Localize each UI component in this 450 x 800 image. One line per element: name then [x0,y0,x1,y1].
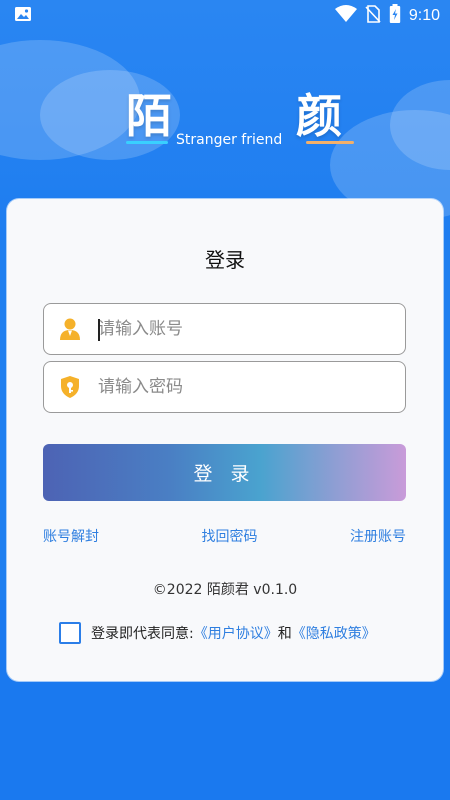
logo-line-left [126,141,168,144]
agreement-row: 登录即代表同意: 《用户协议》 和 《隐私政策》 [59,621,376,645]
account-field[interactable] [43,303,406,355]
register-account-link[interactable]: 注册账号 [350,526,406,546]
no-sim-icon [365,5,381,27]
status-bar: 9:10 [0,0,450,32]
recover-password-link[interactable]: 找回密码 [202,526,258,546]
user-agreement-link[interactable]: 《用户协议》 [194,623,278,643]
agree-and: 和 [277,626,292,642]
app-logo: 陌 颜 Stranger friend [120,80,360,150]
login-button[interactable]: 登 录 [43,444,406,501]
unseal-account-link[interactable]: 账号解封 [43,526,99,546]
agree-prefix: 登录即代表同意: [91,626,194,642]
agree-checkbox[interactable] [59,622,81,644]
logo-subtitle: Stranger friend [176,132,283,148]
password-field[interactable] [43,361,406,413]
status-time: 9:10 [408,7,440,24]
password-input[interactable] [98,377,388,397]
account-input[interactable] [98,319,388,339]
account-links: 账号解封 找回密码 注册账号 [43,526,406,546]
logo-line-right [306,141,354,144]
privacy-policy-link[interactable]: 《隐私政策》 [292,623,376,643]
image-icon [14,5,32,27]
shield-key-icon [44,361,96,413]
copyright-text: ©2022 陌颜君 v0.1.0 [152,582,298,598]
login-title: 登录 [205,248,245,272]
user-icon [44,303,96,355]
login-card: 登录 登 录 账号解封 找回密码 注册账号 ©2022 陌颜君 v0.1.0 登… [7,199,443,681]
wifi-icon [334,5,357,27]
logo-subtitle-row: Stranger friend [126,132,356,150]
text-cursor [98,319,100,341]
battery-charging-icon [389,4,401,28]
